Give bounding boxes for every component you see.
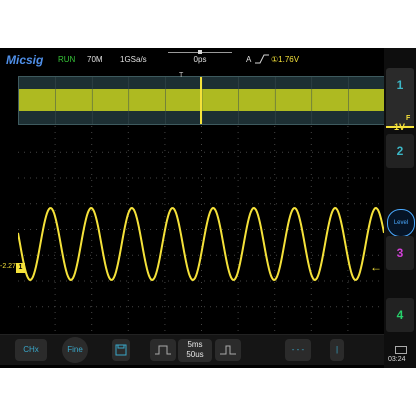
channel-4-button[interactable]: 4	[386, 298, 414, 332]
oscilloscope-display: Micsig RUN 70M 1GSa/s 0ps A ①1.76V T -2.…	[0, 48, 416, 368]
channel-1-button[interactable]: 1 F 1V	[386, 68, 414, 132]
trigger-mode[interactable]: A	[246, 55, 251, 64]
level-button[interactable]: Level	[387, 209, 415, 237]
timebase-readout[interactable]: 5ms 50us	[178, 339, 212, 362]
trigger-level-arrow-icon[interactable]: ←	[370, 260, 382, 274]
graticule	[18, 126, 379, 331]
bandwidth-limit[interactable]: 70M	[87, 55, 103, 64]
cursor-icon[interactable]: |	[330, 339, 344, 361]
status-bar: Micsig RUN 70M 1GSa/s 0ps A ①1.76V	[0, 48, 384, 74]
trigger-level[interactable]: ①1.76V	[271, 55, 299, 64]
screen: Micsig RUN 70M 1GSa/s 0ps A ①1.76V T -2.…	[0, 0, 416, 416]
rising-edge-icon[interactable]	[255, 54, 269, 66]
ground-marker-ch1[interactable]: 1	[16, 263, 25, 273]
brand-logo: Micsig	[6, 53, 44, 67]
measure-dash-icon[interactable]: - - -	[285, 339, 311, 361]
channel-2-button[interactable]: 2	[386, 134, 414, 168]
battery-icon	[395, 346, 407, 354]
trigger-position-top-icon: T	[179, 72, 184, 79]
waveform-grid[interactable]	[18, 126, 384, 332]
time-offset[interactable]: 0ps	[168, 55, 232, 64]
save-icon[interactable]	[112, 339, 130, 361]
time-position-marker[interactable]	[198, 50, 202, 54]
channel-1-trace	[18, 206, 384, 282]
run-state[interactable]: RUN	[58, 55, 75, 64]
channel-3-button[interactable]: 3	[386, 236, 414, 270]
ground-offset-value: -2.27	[0, 263, 16, 270]
channel-select-button[interactable]: CHx	[15, 339, 47, 361]
timebase-zoom: 50us	[186, 350, 204, 359]
timebase-increase-icon[interactable]	[215, 339, 241, 361]
channel-1-label: 1	[396, 78, 404, 92]
channel-1-active-bar	[386, 126, 414, 128]
zoom-overview[interactable]	[18, 76, 386, 125]
bottom-toolbar: CHx Fine 5ms 50us - - - |	[0, 334, 384, 365]
channel-1-coupling: F	[406, 115, 411, 122]
zoom-window-marker[interactable]	[200, 77, 202, 124]
timebase-decrease-icon[interactable]	[150, 339, 176, 361]
sample-rate: 1GSa/s	[120, 55, 147, 64]
overview-grid	[55, 77, 349, 124]
timebase-main: 5ms	[187, 340, 203, 349]
fine-adjust-button[interactable]: Fine	[62, 337, 88, 363]
channel-panel: 1 F 1V 2 Level 3 4	[384, 48, 416, 368]
system-clock: 03:24	[388, 356, 406, 363]
